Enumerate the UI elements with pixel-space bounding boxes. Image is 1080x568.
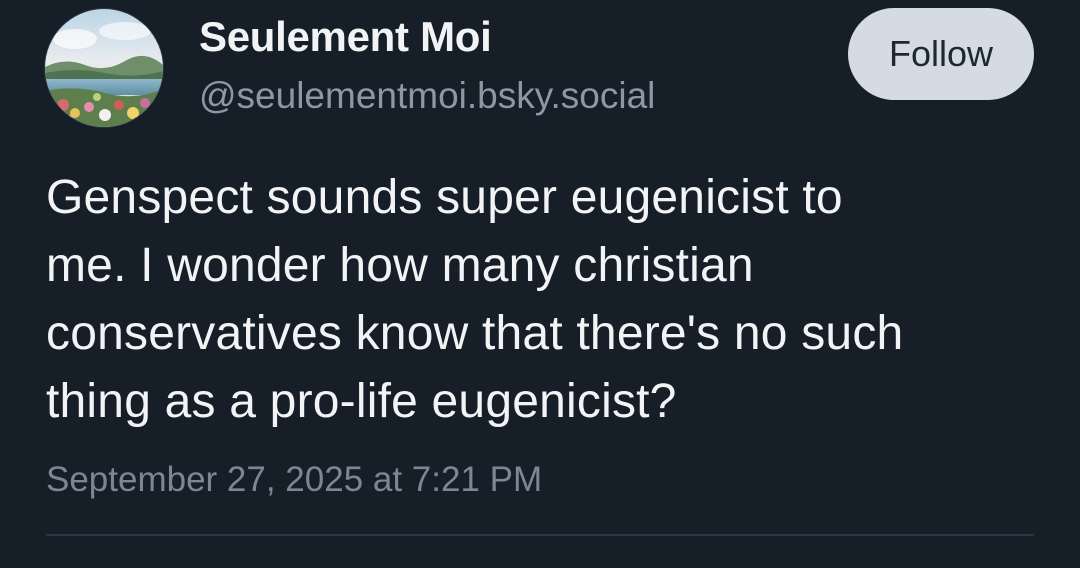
post-timestamp[interactable]: September 27, 2025 at 7:21 PM xyxy=(46,460,542,500)
divider xyxy=(46,534,1034,536)
author-handle[interactable]: @seulementmoi.bsky.social xyxy=(199,75,655,117)
avatar[interactable] xyxy=(44,8,164,128)
landscape-painting-icon xyxy=(45,9,163,127)
post-thread-item: Seulement Moi @seulementmoi.bsky.social … xyxy=(0,0,1080,568)
follow-button[interactable]: Follow xyxy=(848,8,1034,100)
author-display-name[interactable]: Seulement Moi xyxy=(199,13,492,61)
post-text: Genspect sounds super eugenicist to me. … xyxy=(46,171,904,428)
